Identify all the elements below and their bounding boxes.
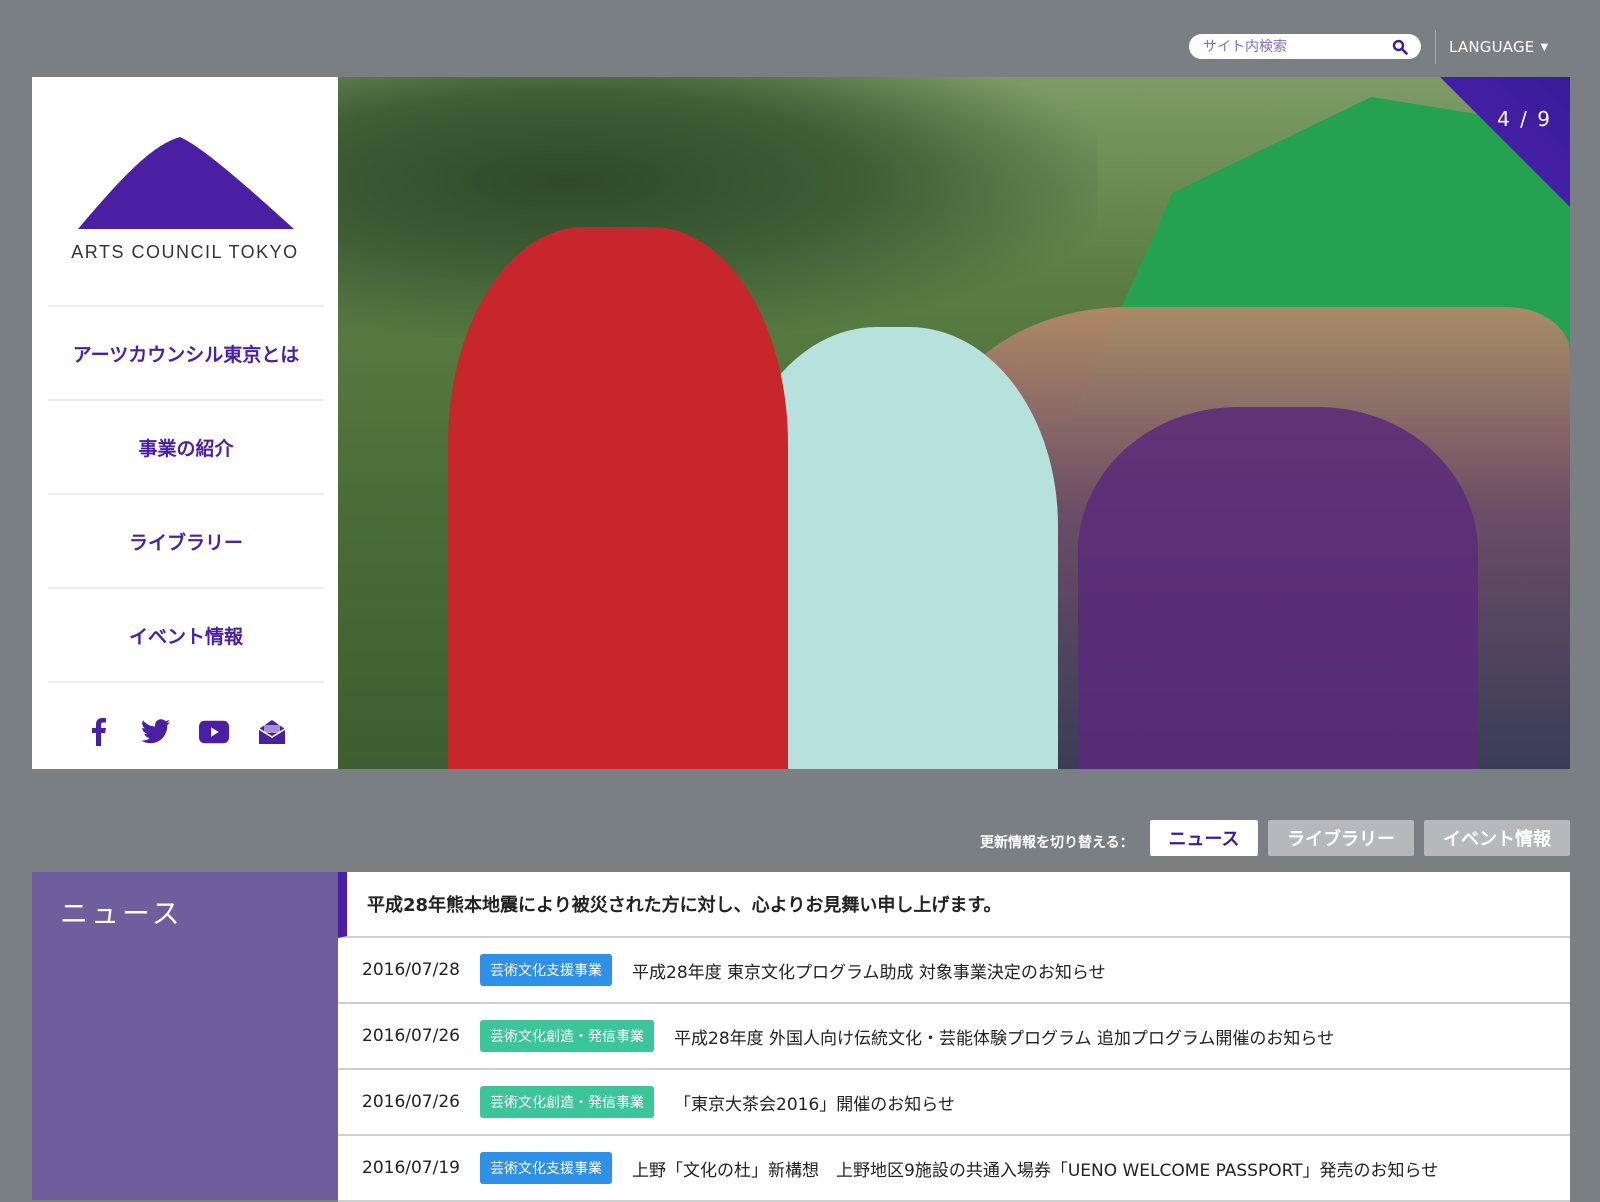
news-notice[interactable]: 平成28年熊本地震により被災された方に対し、心よりお見舞い申し上げます。 bbox=[338, 872, 1570, 938]
logo-mark-icon bbox=[78, 137, 294, 229]
nav-item-label: アーツカウンシル東京とは bbox=[72, 343, 300, 366]
news-section-header: ニュース bbox=[32, 872, 338, 1200]
switcher-label: 更新情報を切り替える： bbox=[980, 835, 1134, 851]
news-text: 平成28年度 東京文化プログラム助成 対象事業決定のお知らせ bbox=[632, 962, 1106, 983]
mail-icon[interactable] bbox=[257, 717, 287, 747]
slide-counter: 4 / 9 bbox=[1497, 107, 1552, 131]
hero-guest bbox=[1078, 407, 1478, 769]
search-input[interactable] bbox=[1203, 38, 1389, 55]
news-text: 「東京大茶会2016」開催のお知らせ bbox=[674, 1094, 955, 1115]
header-divider bbox=[1435, 30, 1436, 64]
nav-item-about[interactable]: アーツカウンシル東京とは bbox=[48, 305, 324, 399]
news-text: 平成28年度 外国人向け伝統文化・芸能体験プログラム 追加プログラム開催のお知ら… bbox=[674, 1028, 1335, 1049]
news-row[interactable]: 2016/07/28 芸術文化支援事業 平成28年度 東京文化プログラム助成 対… bbox=[338, 938, 1570, 1004]
logo[interactable] bbox=[32, 127, 338, 287]
news-row[interactable]: 2016/07/26 芸術文化創造・発信事業 平成28年度 外国人向け伝統文化・… bbox=[338, 1004, 1570, 1070]
news-text: 上野「文化の杜」新構想 上野地区9施設の共通入場券「UENO WELCOME P… bbox=[632, 1160, 1439, 1181]
twitter-icon[interactable] bbox=[141, 717, 171, 747]
nav-item-label: ライブラリー bbox=[128, 531, 243, 554]
social-links bbox=[32, 717, 338, 747]
sidebar: ARTS COUNCIL TOKYO アーツカウンシル東京とは 事業の紹介 ライ… bbox=[32, 77, 338, 769]
tab-events[interactable]: イベント情報 bbox=[1424, 820, 1570, 856]
news-list: 平成28年熊本地震により被災された方に対し、心よりお見舞い申し上げます。 201… bbox=[338, 872, 1570, 1202]
category-badge: 芸術文化支援事業 bbox=[480, 1152, 612, 1184]
nav-item-label: 事業の紹介 bbox=[138, 437, 234, 460]
news-title: ニュース bbox=[60, 897, 183, 930]
search-icon[interactable] bbox=[1389, 36, 1411, 58]
facebook-icon[interactable] bbox=[83, 717, 113, 747]
site-search bbox=[1189, 34, 1421, 59]
nav-item-programs[interactable]: 事業の紹介 bbox=[48, 399, 324, 493]
news-row[interactable]: 2016/07/19 芸術文化支援事業 上野「文化の杜」新構想 上野地区9施設の… bbox=[338, 1136, 1570, 1202]
news-date: 2016/07/26 bbox=[362, 1092, 460, 1112]
category-badge: 芸術文化創造・発信事業 bbox=[480, 1020, 654, 1052]
top-bar: LANGUAGE ▼ bbox=[0, 0, 1600, 76]
caret-down-icon: ▼ bbox=[1540, 41, 1549, 53]
category-badge: 芸術文化支援事業 bbox=[480, 954, 612, 986]
nav-item-label: イベント情報 bbox=[128, 625, 243, 648]
nav-item-library[interactable]: ライブラリー bbox=[48, 493, 324, 587]
tab-library[interactable]: ライブラリー bbox=[1268, 820, 1414, 856]
news-date: 2016/07/26 bbox=[362, 1026, 460, 1046]
youtube-icon[interactable] bbox=[199, 717, 229, 747]
brand-name: ARTS COUNCIL TOKYO bbox=[71, 242, 299, 262]
news-date: 2016/07/28 bbox=[362, 960, 460, 980]
hero-slideshow[interactable]: 4 / 9 bbox=[338, 77, 1570, 769]
news-date: 2016/07/19 bbox=[362, 1158, 460, 1178]
main-nav: アーツカウンシル東京とは 事業の紹介 ライブラリー イベント情報 bbox=[48, 305, 324, 683]
language-label: LANGUAGE bbox=[1449, 38, 1535, 56]
news-row[interactable]: 2016/07/26 芸術文化創造・発信事業 「東京大茶会2016」開催のお知ら… bbox=[338, 1070, 1570, 1136]
tab-news[interactable]: ニュース bbox=[1150, 820, 1258, 856]
category-badge: 芸術文化創造・発信事業 bbox=[480, 1086, 654, 1118]
hero-kimono-red bbox=[448, 227, 788, 769]
language-selector[interactable]: LANGUAGE ▼ bbox=[1449, 36, 1548, 58]
nav-item-events[interactable]: イベント情報 bbox=[48, 587, 324, 683]
